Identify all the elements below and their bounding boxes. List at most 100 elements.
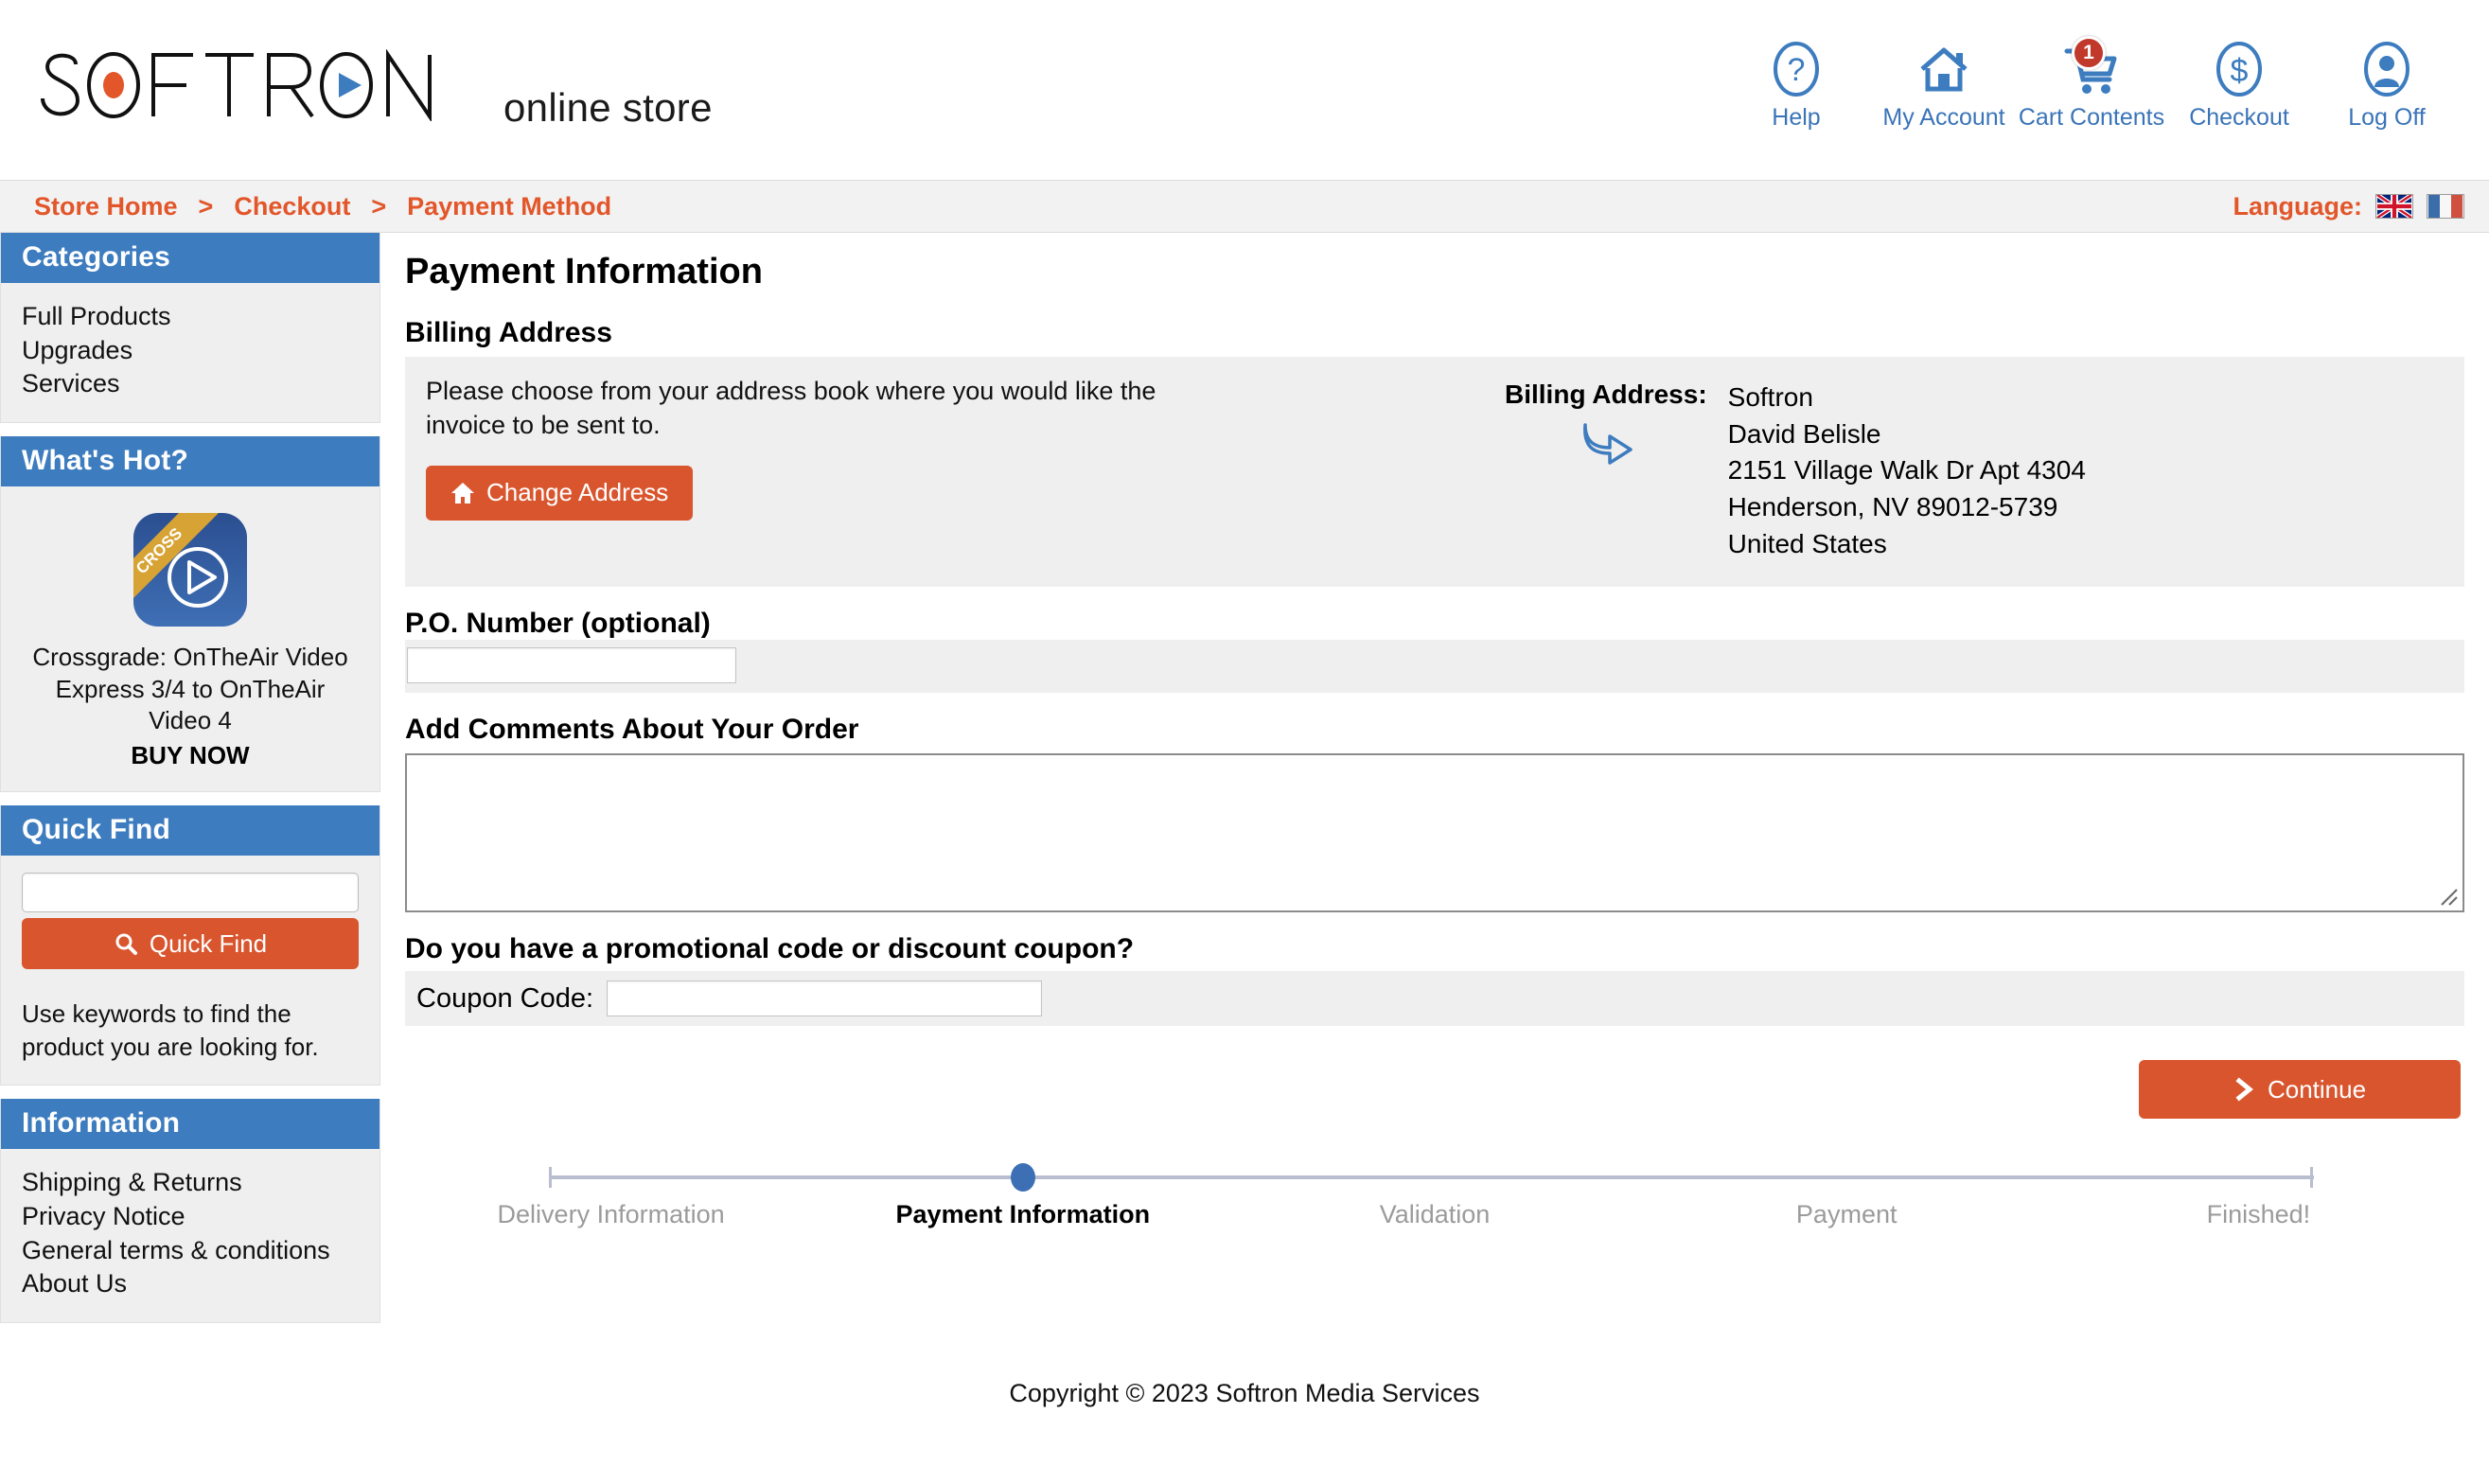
change-address-label: Change Address bbox=[486, 478, 669, 507]
address-line-country: United States bbox=[1727, 528, 1887, 558]
sidebar-box-whats-hot: What's Hot? CROSS Crossgrade: OnTheAir V… bbox=[0, 435, 380, 793]
breadcrumb-item-checkout[interactable]: Checkout bbox=[234, 192, 350, 221]
nav-my-account-label: My Account bbox=[1882, 104, 2005, 131]
curved-arrow-right-icon bbox=[1582, 423, 1633, 465]
nav-checkout[interactable]: $ Checkout bbox=[2165, 40, 2313, 132]
logo-play-triangle bbox=[339, 73, 362, 97]
nav-log-off[interactable]: Log Off bbox=[2313, 40, 2461, 132]
shopping-cart-icon: 1 bbox=[2062, 36, 2121, 98]
sidebar-item-about-us[interactable]: About Us bbox=[22, 1267, 359, 1301]
sidebar-item-general-terms[interactable]: General terms & conditions bbox=[22, 1234, 359, 1268]
billing-address-text: Softron David Belisle 2151 Village Walk … bbox=[1728, 380, 2086, 562]
body-wrapper: Categories Full Products Upgrades Servic… bbox=[0, 233, 2489, 1336]
sidebar-item-shipping-returns[interactable]: Shipping & Returns bbox=[22, 1166, 359, 1200]
checkout-progress-stepper: Delivery Information Payment Information… bbox=[405, 1160, 2464, 1247]
billing-instructions: Please choose from your address book whe… bbox=[426, 377, 1156, 440]
breadcrumb-separator: > bbox=[198, 191, 214, 221]
stepper-active-dot[interactable] bbox=[1010, 1163, 1035, 1192]
sidebar: Categories Full Products Upgrades Servic… bbox=[0, 233, 380, 1336]
french-flag-icon[interactable] bbox=[2427, 194, 2464, 219]
address-line-street: 2151 Village Walk Dr Apt 4304 bbox=[1727, 455, 2086, 486]
whats-hot-title: What's Hot? bbox=[1, 435, 380, 486]
user-circle-icon bbox=[2357, 40, 2416, 98]
whats-hot-product-name[interactable]: Crossgrade: OnTheAir Video Express 3/4 t… bbox=[22, 642, 359, 737]
nav-cart-contents[interactable]: 1 Cart Contents bbox=[2018, 36, 2165, 132]
nav-checkout-label: Checkout bbox=[2189, 104, 2289, 131]
po-number-label: P.O. Number (optional) bbox=[405, 608, 711, 640]
po-number-input[interactable] bbox=[407, 647, 736, 684]
site-logo[interactable]: online store bbox=[34, 49, 713, 131]
sidebar-box-categories: Categories Full Products Upgrades Servic… bbox=[0, 233, 380, 423]
address-line-company: Softron bbox=[1727, 382, 1813, 412]
nav-help-label: Help bbox=[1772, 104, 1821, 131]
softron-logo-icon bbox=[41, 49, 432, 121]
continue-button-label: Continue bbox=[2267, 1074, 2367, 1104]
quick-find-button-label: Quick Find bbox=[149, 928, 268, 958]
site-header: online store ? Help My Account 1 Cart Co… bbox=[0, 0, 2489, 180]
search-icon bbox=[115, 933, 137, 956]
nav-log-off-label: Log Off bbox=[2348, 104, 2426, 131]
dollar-circle-icon: $ bbox=[2210, 40, 2268, 98]
logo-tagline: online store bbox=[503, 85, 713, 130]
continue-row: Continue bbox=[405, 1060, 2464, 1120]
coupon-band: Coupon Code: bbox=[405, 971, 2464, 1027]
breadcrumb-separator: > bbox=[371, 191, 387, 221]
coupon-code-input[interactable] bbox=[607, 980, 1043, 1017]
page-root: online store ? Help My Account 1 Cart Co… bbox=[0, 0, 2489, 1484]
continue-button[interactable]: Continue bbox=[2139, 1060, 2461, 1120]
information-title: Information bbox=[1, 1099, 380, 1150]
svg-text:?: ? bbox=[1788, 52, 1806, 88]
header-nav: ? Help My Account 1 Cart Contents $ Chec… bbox=[1722, 36, 2461, 132]
page-title: Payment Information bbox=[405, 252, 763, 292]
comments-wrapper bbox=[405, 753, 2464, 913]
categories-title: Categories bbox=[1, 233, 380, 283]
nav-cart-contents-label: Cart Contents bbox=[2018, 104, 2165, 131]
quick-find-button[interactable]: Quick Find bbox=[22, 918, 359, 970]
address-line-city-state-zip: Henderson, NV 89012-5739 bbox=[1727, 491, 2058, 521]
cart-count-badge: 1 bbox=[2072, 36, 2106, 70]
stepper-step-payment-information[interactable]: Payment Information bbox=[817, 1200, 1228, 1229]
svg-text:$: $ bbox=[2231, 53, 2249, 89]
sidebar-item-full-products[interactable]: Full Products bbox=[22, 300, 359, 334]
breadcrumb-item-store-home[interactable]: Store Home bbox=[34, 192, 178, 221]
english-flag-icon[interactable] bbox=[2375, 194, 2413, 219]
coupon-heading: Do you have a promotional code or discou… bbox=[405, 933, 1135, 965]
logo-orange-dot bbox=[103, 72, 124, 98]
language-label: Language: bbox=[2233, 191, 2362, 221]
breadcrumb: Store Home > Checkout > Payment Method L… bbox=[0, 180, 2489, 233]
quick-find-body: Quick Find Use keywords to find the prod… bbox=[1, 856, 380, 1086]
stepper-step-delivery-information[interactable]: Delivery Information bbox=[405, 1200, 817, 1229]
stepper-step-validation[interactable]: Validation bbox=[1228, 1200, 1640, 1229]
stepper-step-payment[interactable]: Payment bbox=[1641, 1200, 2053, 1229]
po-number-band bbox=[405, 640, 2464, 694]
billing-address-heading: Billing Address bbox=[405, 317, 612, 348]
sidebar-item-upgrades[interactable]: Upgrades bbox=[22, 334, 359, 368]
home-icon bbox=[451, 482, 474, 504]
help-circle-icon: ? bbox=[1767, 40, 1826, 98]
whats-hot-body: CROSS Crossgrade: OnTheAir Video Express… bbox=[1, 486, 380, 792]
sidebar-item-services[interactable]: Services bbox=[22, 367, 359, 401]
sidebar-box-quick-find: Quick Find Quick Find Use keywords to fi… bbox=[0, 805, 380, 1086]
stepper-tick-start bbox=[549, 1167, 553, 1189]
change-address-button[interactable]: Change Address bbox=[426, 465, 694, 521]
coupon-code-label: Coupon Code: bbox=[416, 982, 594, 1014]
sidebar-item-privacy-notice[interactable]: Privacy Notice bbox=[22, 1200, 359, 1234]
quick-find-title: Quick Find bbox=[1, 805, 380, 857]
chevron-right-icon bbox=[2235, 1077, 2253, 1102]
categories-list: Full Products Upgrades Services bbox=[1, 283, 380, 422]
breadcrumb-item-payment-method[interactable]: Payment Method bbox=[407, 192, 611, 221]
stepper-step-finished[interactable]: Finished! bbox=[2053, 1200, 2464, 1229]
language-selector: Language: bbox=[2233, 192, 2464, 221]
nav-my-account[interactable]: My Account bbox=[1870, 40, 2018, 132]
stepper-track[interactable] bbox=[549, 1175, 2315, 1180]
nav-help[interactable]: ? Help bbox=[1722, 40, 1870, 132]
billing-address-panel: Please choose from your address book whe… bbox=[405, 357, 2464, 588]
quick-find-hint: Use keywords to find the product you are… bbox=[22, 999, 319, 1062]
main-content: Payment Information Billing Address Plea… bbox=[380, 233, 2489, 1247]
comments-label: Add Comments About Your Order bbox=[405, 714, 859, 746]
whats-hot-buy-now[interactable]: BUY NOW bbox=[22, 741, 359, 770]
onthe-air-video-app-icon[interactable]: CROSS bbox=[133, 512, 247, 627]
order-comments-textarea[interactable] bbox=[405, 753, 2464, 913]
quick-find-input[interactable] bbox=[22, 873, 359, 913]
address-line-name: David Belisle bbox=[1727, 418, 1881, 449]
